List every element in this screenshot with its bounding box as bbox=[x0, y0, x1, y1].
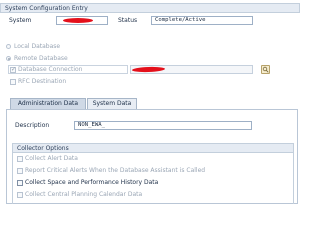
collect-space-performance-checkbox[interactable] bbox=[17, 180, 23, 186]
local-database-label: Local Database bbox=[14, 43, 61, 50]
collect-space-performance-label: Collect Space and Performance History Da… bbox=[25, 179, 159, 186]
status-label: Status bbox=[118, 17, 138, 24]
description-field[interactable]: NON_EWA_ bbox=[74, 121, 252, 130]
remote-database-label: Remote Database bbox=[14, 55, 68, 62]
group-header: System Configuration Entry bbox=[0, 3, 300, 13]
value-help-icon[interactable] bbox=[261, 65, 270, 74]
collect-alert-data-label: Collect Alert Data bbox=[25, 155, 78, 162]
collect-central-planning-checkbox[interactable] bbox=[17, 192, 23, 198]
rfc-destination-checkbox[interactable] bbox=[10, 79, 16, 85]
report-critical-alerts-checkbox[interactable] bbox=[17, 168, 23, 174]
redaction-mark-system bbox=[63, 17, 93, 23]
database-connection-checkbox[interactable] bbox=[10, 65, 16, 74]
collector-options-header: Collector Options bbox=[12, 143, 294, 153]
tab-system-data-label: System Data bbox=[92, 100, 132, 107]
local-database-radio[interactable] bbox=[6, 44, 11, 49]
report-critical-alerts-label: Report Critical Alerts When the Database… bbox=[25, 167, 206, 174]
system-label: System bbox=[9, 17, 32, 24]
tab-administration-data[interactable]: Administration Data bbox=[10, 98, 86, 109]
collect-central-planning-label: Collect Central Planning Calendar Data bbox=[25, 191, 143, 198]
database-connection-label: Database Connection bbox=[18, 66, 83, 73]
collect-alert-data-checkbox[interactable] bbox=[17, 156, 23, 162]
group-title: System Configuration Entry bbox=[5, 5, 88, 12]
rfc-destination-label: RFC Destination bbox=[18, 78, 67, 85]
tab-system-data[interactable]: System Data bbox=[87, 98, 137, 109]
remote-database-radio[interactable] bbox=[6, 56, 11, 61]
description-label: Description bbox=[15, 122, 50, 129]
tab-administration-data-label: Administration Data bbox=[17, 100, 79, 107]
status-field: Complete/Active bbox=[151, 16, 253, 25]
collector-options-title: Collector Options bbox=[17, 145, 69, 152]
